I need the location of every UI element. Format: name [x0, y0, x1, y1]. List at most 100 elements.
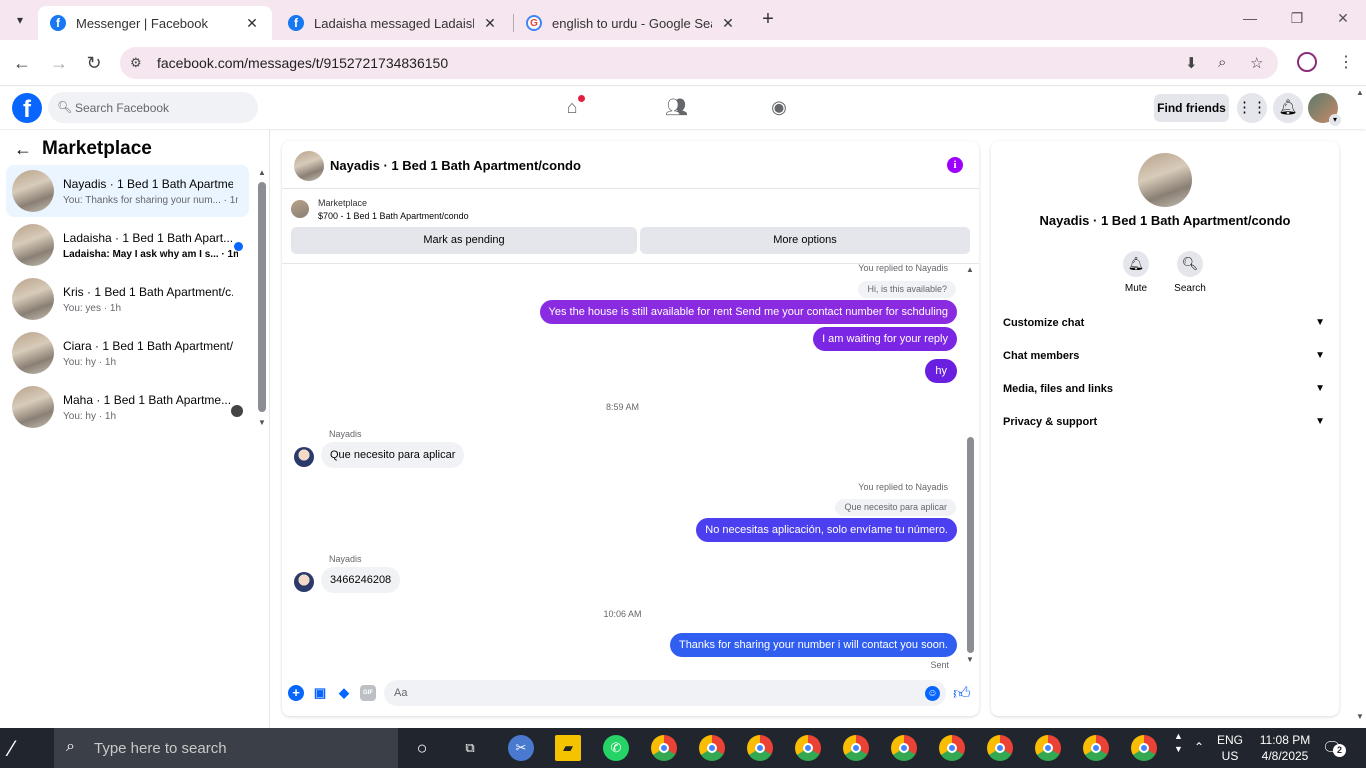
sticky-notes-icon[interactable]: ▰: [555, 735, 581, 761]
find-friends-button[interactable]: Find friends: [1154, 94, 1229, 122]
restore-icon[interactable]: ❐: [1287, 10, 1307, 27]
chrome-icon[interactable]: [891, 735, 917, 761]
taskbar-search-input[interactable]: ⌕ Type here to search: [54, 728, 398, 768]
chrome-icon[interactable]: [1083, 735, 1109, 761]
scrollbar-thumb[interactable]: [258, 182, 266, 412]
tab-search-chevron-icon[interactable]: ▾: [8, 8, 32, 32]
scrollbar-thumb[interactable]: [967, 437, 974, 653]
tab-messenger[interactable]: f Messenger | Facebook ✕: [38, 6, 272, 40]
incoming-message[interactable]: 3466246208: [321, 567, 401, 593]
mute-button[interactable]: 🔔︎ Mute: [1116, 251, 1156, 294]
conversation-item[interactable]: Ladaisha · 1 Bed 1 Bath Apart... Ladaish…: [6, 219, 249, 271]
chrome-icon[interactable]: [843, 735, 869, 761]
system-clock[interactable]: 11:08 PM 4/8/2025: [1252, 732, 1318, 764]
incoming-message[interactable]: Que necesito para aplicar: [321, 442, 465, 468]
friends-icon[interactable]: 👥︎: [665, 97, 688, 119]
browser-profile-icon[interactable]: [1297, 52, 1317, 72]
scroll-up-icon[interactable]: ▲: [258, 168, 266, 177]
close-icon[interactable]: ✕: [244, 15, 260, 32]
url-text[interactable]: facebook.com/messages/t/9152721734836150: [157, 55, 448, 71]
back-arrow-icon[interactable]: ←: [14, 139, 32, 160]
outgoing-message[interactable]: Thanks for sharing your number i will co…: [669, 633, 957, 657]
bookmark-star-icon[interactable]: ☆: [1250, 54, 1263, 72]
zoom-icon[interactable]: ⌕: [1218, 54, 1226, 71]
install-app-icon[interactable]: ⬇: [1185, 54, 1198, 72]
scroll-down-icon[interactable]: ▼: [1356, 712, 1364, 721]
new-tab-plus-icon[interactable]: +: [758, 9, 778, 29]
chrome-icon[interactable]: [939, 735, 965, 761]
quoted-message[interactable]: Que necesito para aplicar: [835, 499, 956, 516]
reload-icon[interactable]: ↻: [83, 52, 105, 74]
sender-avatar[interactable]: [294, 447, 314, 467]
profile-avatar[interactable]: [1138, 153, 1192, 207]
forward-arrow-icon[interactable]: →: [48, 52, 70, 74]
account-avatar[interactable]: ▾: [1308, 93, 1341, 126]
close-icon[interactable]: ✕: [720, 15, 736, 32]
sticker-icon[interactable]: ◆: [336, 685, 352, 701]
outgoing-message[interactable]: No necesitas aplicación, solo envíame tu…: [696, 518, 957, 542]
input-language[interactable]: ENG US: [1214, 732, 1246, 764]
chrome-icon[interactable]: [987, 735, 1013, 761]
thumbs-up-icon[interactable]: 👍︎: [953, 683, 971, 704]
tab-google-search[interactable]: G english to urdu - Google Search ✕: [514, 6, 748, 40]
chat-members-section[interactable]: Chat members ▼: [1003, 350, 1329, 370]
minimize-icon[interactable]: —: [1240, 10, 1260, 26]
facebook-search-input[interactable]: 🔍︎ Search Facebook: [48, 92, 258, 123]
scroll-down-icon[interactable]: ▼: [258, 418, 266, 427]
sender-avatar[interactable]: [294, 572, 314, 592]
start-icon[interactable]: ⁄: [10, 736, 48, 761]
listing-thumbnail[interactable]: [291, 200, 309, 218]
emoji-icon[interactable]: ☺: [925, 686, 940, 701]
tab-ladaisha[interactable]: f Ladaisha messaged Ladaisha · 1 ✕: [276, 6, 510, 40]
conversation-item[interactable]: Kris · 1 Bed 1 Bath Apartment/c... You: …: [6, 273, 249, 325]
window-close-icon[interactable]: ✕: [1333, 10, 1353, 27]
chrome-icon[interactable]: [747, 735, 773, 761]
facebook-logo-icon[interactable]: f: [12, 93, 42, 123]
snipping-tool-icon[interactable]: ✂: [508, 735, 534, 761]
outgoing-message[interactable]: I am waiting for your reply: [813, 327, 957, 351]
conversation-item[interactable]: Ciara · 1 Bed 1 Bath Apartment/... You: …: [6, 327, 249, 379]
page-scrollbar[interactable]: ▲ ▼: [1356, 88, 1364, 728]
add-plus-icon[interactable]: +: [288, 685, 304, 701]
scroll-up-icon[interactable]: ▲: [966, 265, 974, 274]
notifications-bell-icon[interactable]: 🔔︎: [1273, 93, 1303, 123]
info-icon[interactable]: i: [947, 157, 963, 173]
mark-as-pending-button[interactable]: Mark as pending: [291, 227, 637, 254]
scroll-down-icon[interactable]: ▼: [966, 655, 974, 664]
search-button[interactable]: 🔍︎ Search: [1170, 251, 1210, 294]
task-view-icon[interactable]: ⧉: [457, 735, 483, 761]
close-icon[interactable]: ✕: [482, 15, 498, 32]
back-arrow-icon[interactable]: ←: [11, 52, 33, 74]
conversation-item[interactable]: Maha · 1 Bed 1 Bath Apartme... You: hy ·…: [6, 381, 249, 433]
message-input[interactable]: Aa ☺: [384, 680, 946, 706]
more-options-button[interactable]: More options: [640, 227, 970, 254]
sidebar-scrollbar[interactable]: ▲ ▼: [258, 168, 266, 427]
listing-title[interactable]: $700 - 1 Bed 1 Bath Apartment/condo: [318, 211, 469, 221]
chat-avatar[interactable]: [294, 151, 324, 181]
groups-icon[interactable]: ◉: [768, 97, 790, 119]
chrome-icon[interactable]: [795, 735, 821, 761]
show-hidden-icons-chevron-icon[interactable]: ⌃: [1194, 740, 1204, 768]
media-files-links-section[interactable]: Media, files and links ▼: [1003, 383, 1329, 403]
scroll-up-icon[interactable]: ▲: [1356, 88, 1364, 97]
browser-menu-icon[interactable]: ⋮: [1338, 52, 1354, 72]
customize-chat-section[interactable]: Customize chat ▼: [1003, 317, 1329, 337]
outgoing-message[interactable]: hy: [925, 359, 957, 383]
privacy-support-section[interactable]: Privacy & support ▼: [1003, 416, 1329, 436]
chrome-icon[interactable]: [699, 735, 725, 761]
chrome-icon[interactable]: [1035, 735, 1061, 761]
home-icon[interactable]: ⌂: [561, 95, 585, 119]
cortana-icon[interactable]: ○: [409, 735, 435, 761]
site-info-icon[interactable]: ⚙: [130, 55, 146, 71]
image-icon[interactable]: ▣: [312, 685, 328, 701]
chat-scrollbar[interactable]: ▲ ▼: [966, 265, 975, 665]
outgoing-message[interactable]: Yes the house is still available for ren…: [539, 300, 957, 324]
menu-grid-icon[interactable]: ⋮⋮: [1237, 93, 1267, 123]
conversation-item[interactable]: Nayadis · 1 Bed 1 Bath Apartme... You: T…: [6, 165, 249, 217]
quoted-message[interactable]: Hi, is this available?: [858, 281, 956, 298]
taskbar-overflow-arrows-icon[interactable]: ▲ ▼: [1174, 730, 1183, 768]
chat-title[interactable]: Nayadis · 1 Bed 1 Bath Apartment/condo: [330, 158, 581, 173]
whatsapp-icon[interactable]: ✆: [603, 735, 629, 761]
chrome-icon[interactable]: [651, 735, 677, 761]
chrome-icon[interactable]: [1131, 735, 1157, 761]
